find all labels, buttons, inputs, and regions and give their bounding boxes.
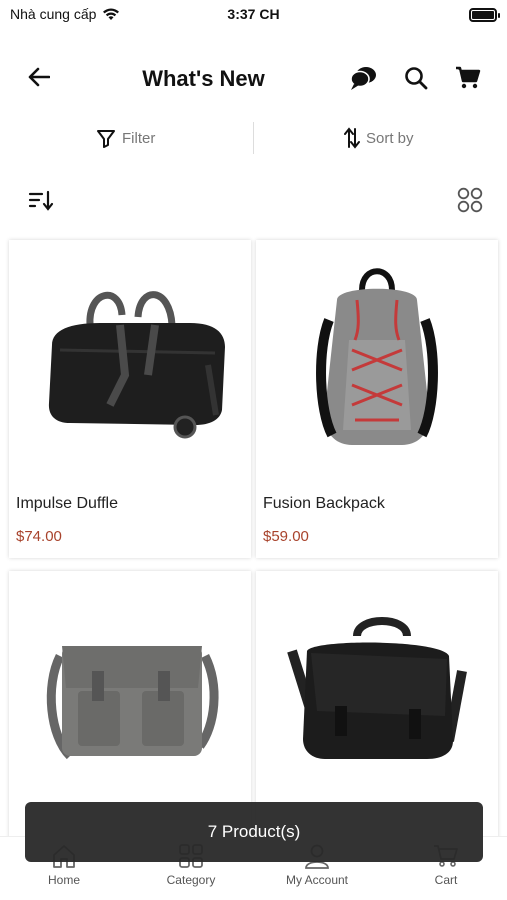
status-time: 3:37 CH bbox=[227, 6, 280, 22]
filter-icon bbox=[97, 130, 115, 148]
filter-button[interactable]: Filter bbox=[96, 118, 155, 158]
sort-descending-icon bbox=[28, 190, 54, 211]
nav-label: Cart bbox=[434, 873, 458, 887]
grid-view-toggle[interactable] bbox=[457, 187, 483, 213]
backpack-image bbox=[316, 268, 438, 445]
messenger-bag-grey-image bbox=[46, 646, 219, 760]
product-card[interactable]: Fusion Backpack $59.00 bbox=[256, 240, 498, 558]
divider bbox=[253, 122, 254, 154]
sort-order-button[interactable] bbox=[28, 189, 56, 213]
sort-arrows-icon bbox=[344, 127, 360, 149]
battery-icon bbox=[469, 8, 500, 22]
toast-message: 7 Product(s) bbox=[207, 822, 301, 841]
filter-sort-bar: Filter Sort by bbox=[0, 118, 507, 158]
sort-label: Sort by bbox=[366, 129, 414, 147]
product-price: $74.00 bbox=[16, 528, 62, 545]
top-app-bar: What's New bbox=[0, 52, 507, 104]
product-image bbox=[256, 571, 498, 811]
product-name: Fusion Backpack bbox=[263, 495, 385, 512]
grid-view-icon bbox=[457, 187, 483, 213]
sort-button[interactable]: Sort by bbox=[344, 118, 414, 158]
duffle-bag-image bbox=[48, 291, 225, 439]
nav-label: My Account bbox=[285, 873, 349, 887]
cart-icon bbox=[456, 66, 481, 89]
product-card[interactable]: Impulse Duffle $74.00 bbox=[9, 240, 251, 558]
search-icon bbox=[405, 67, 428, 90]
product-image bbox=[9, 240, 251, 480]
product-name: Impulse Duffle bbox=[16, 495, 118, 512]
cart-button[interactable] bbox=[454, 64, 482, 92]
search-button[interactable] bbox=[402, 64, 430, 92]
view-options-bar bbox=[0, 184, 507, 218]
product-count-toast: 7 Product(s) bbox=[25, 802, 483, 862]
chat-button[interactable] bbox=[349, 64, 377, 92]
product-image bbox=[256, 240, 498, 480]
product-price: $59.00 bbox=[263, 528, 309, 545]
page-title: What's New bbox=[142, 66, 265, 91]
status-bar: Nhà cung cấp 3:37 CH bbox=[0, 0, 507, 30]
filter-label: Filter bbox=[122, 129, 156, 147]
product-image bbox=[9, 571, 251, 811]
messenger-bag-black-image bbox=[287, 617, 467, 759]
nav-label: Category bbox=[166, 873, 216, 887]
nav-label: Home bbox=[47, 873, 80, 887]
chat-icon bbox=[350, 67, 376, 90]
